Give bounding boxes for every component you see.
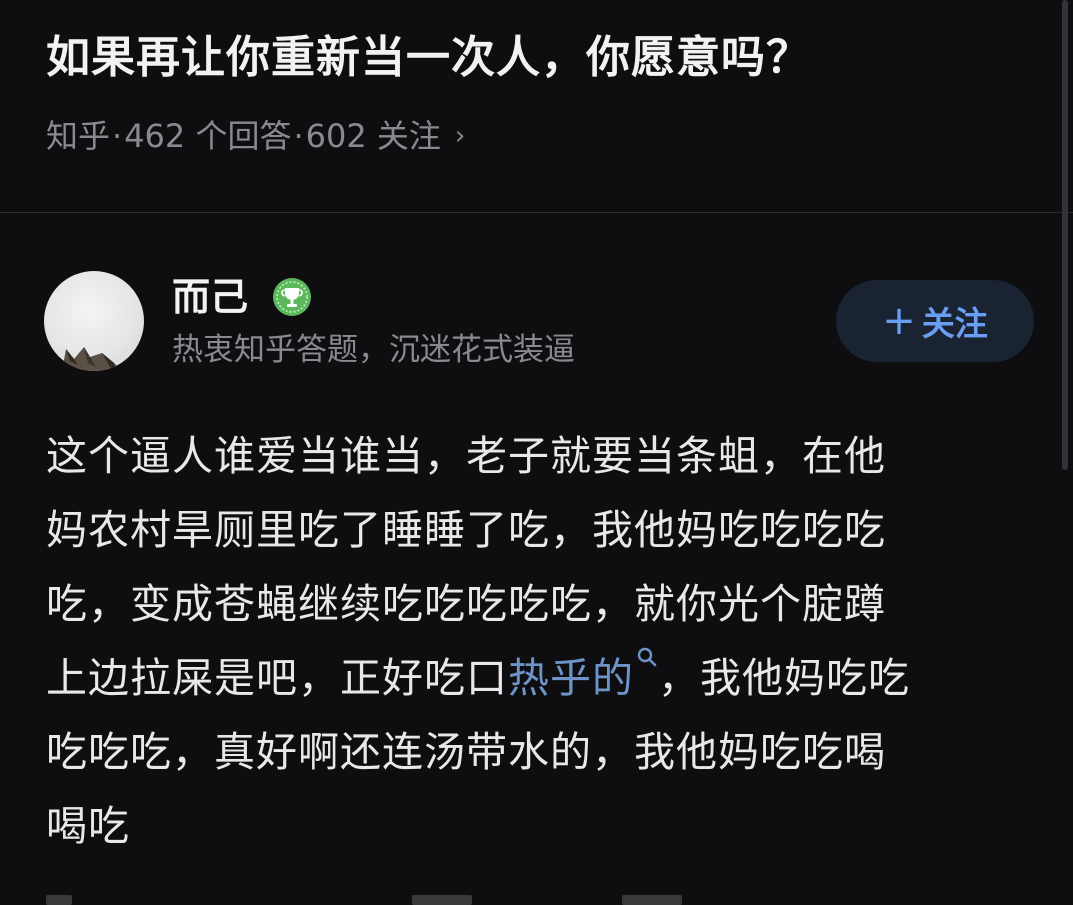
avatar-cat-image: [62, 347, 122, 371]
search-keyword-text: 热乎的: [508, 654, 634, 702]
answer-line: 吃吃吃，真好啊还连汤带水的，我他妈吃吃喝: [46, 728, 886, 776]
answer-line: 这个逼人谁爱当谁当，老子就要当条蛆，在他: [46, 432, 886, 480]
answer-text: ，我他妈吃吃: [658, 654, 910, 702]
answer-card: 而己 热衷知乎答题，沉迷花式装逼 + 关注 这个逼人谁爱当谁当，老子就要当条蛆，…: [0, 213, 1073, 905]
answers-count: 462 个回答: [124, 117, 292, 155]
question-header: 如果再让你重新当一次人，你愿意吗？ 知乎·462 个回答·602 关注 ›: [0, 0, 1073, 213]
follow-button[interactable]: + 关注: [836, 280, 1034, 362]
answer-line: 吃，变成苍蝇继续吃吃吃吃吃，就你光个腚蹲: [46, 580, 886, 628]
search-keyword-link[interactable]: 热乎的: [508, 647, 658, 702]
clipped-next-line: [46, 885, 846, 905]
meta-separator: ·: [293, 117, 304, 155]
follows-count: 602 关注: [305, 117, 441, 155]
answer-body: 这个逼人谁爱当谁当，老子就要当条蛆，在他 妈农村旱厕里吃了睡睡了吃，我他妈吃吃吃…: [46, 419, 1036, 863]
answer-line: 喝吃: [46, 802, 130, 850]
question-meta[interactable]: 知乎·462 个回答·602 关注 ›: [46, 112, 465, 160]
answer-line: 上边拉屎是吧，正好吃口热乎的 ，我他妈吃吃: [46, 641, 1036, 715]
trophy-badge-icon: [273, 278, 311, 316]
author-name[interactable]: 而己: [172, 273, 248, 321]
answer-text: 上边拉屎是吧，正好吃口: [46, 654, 508, 702]
plus-icon: +: [882, 298, 916, 344]
search-icon: [637, 647, 657, 667]
source-label: 知乎: [46, 117, 111, 155]
question-title[interactable]: 如果再让你重新当一次人，你愿意吗？: [46, 26, 811, 90]
follow-label: 关注: [921, 304, 988, 343]
answer-line: 妈农村旱厕里吃了睡睡了吃，我他妈吃吃吃吃: [46, 506, 886, 554]
meta-separator: ·: [112, 117, 123, 155]
author-bio: 热衷知乎答题，沉迷花式装逼: [172, 332, 575, 368]
chevron-right-icon: ›: [454, 121, 466, 151]
avatar[interactable]: [44, 271, 144, 371]
